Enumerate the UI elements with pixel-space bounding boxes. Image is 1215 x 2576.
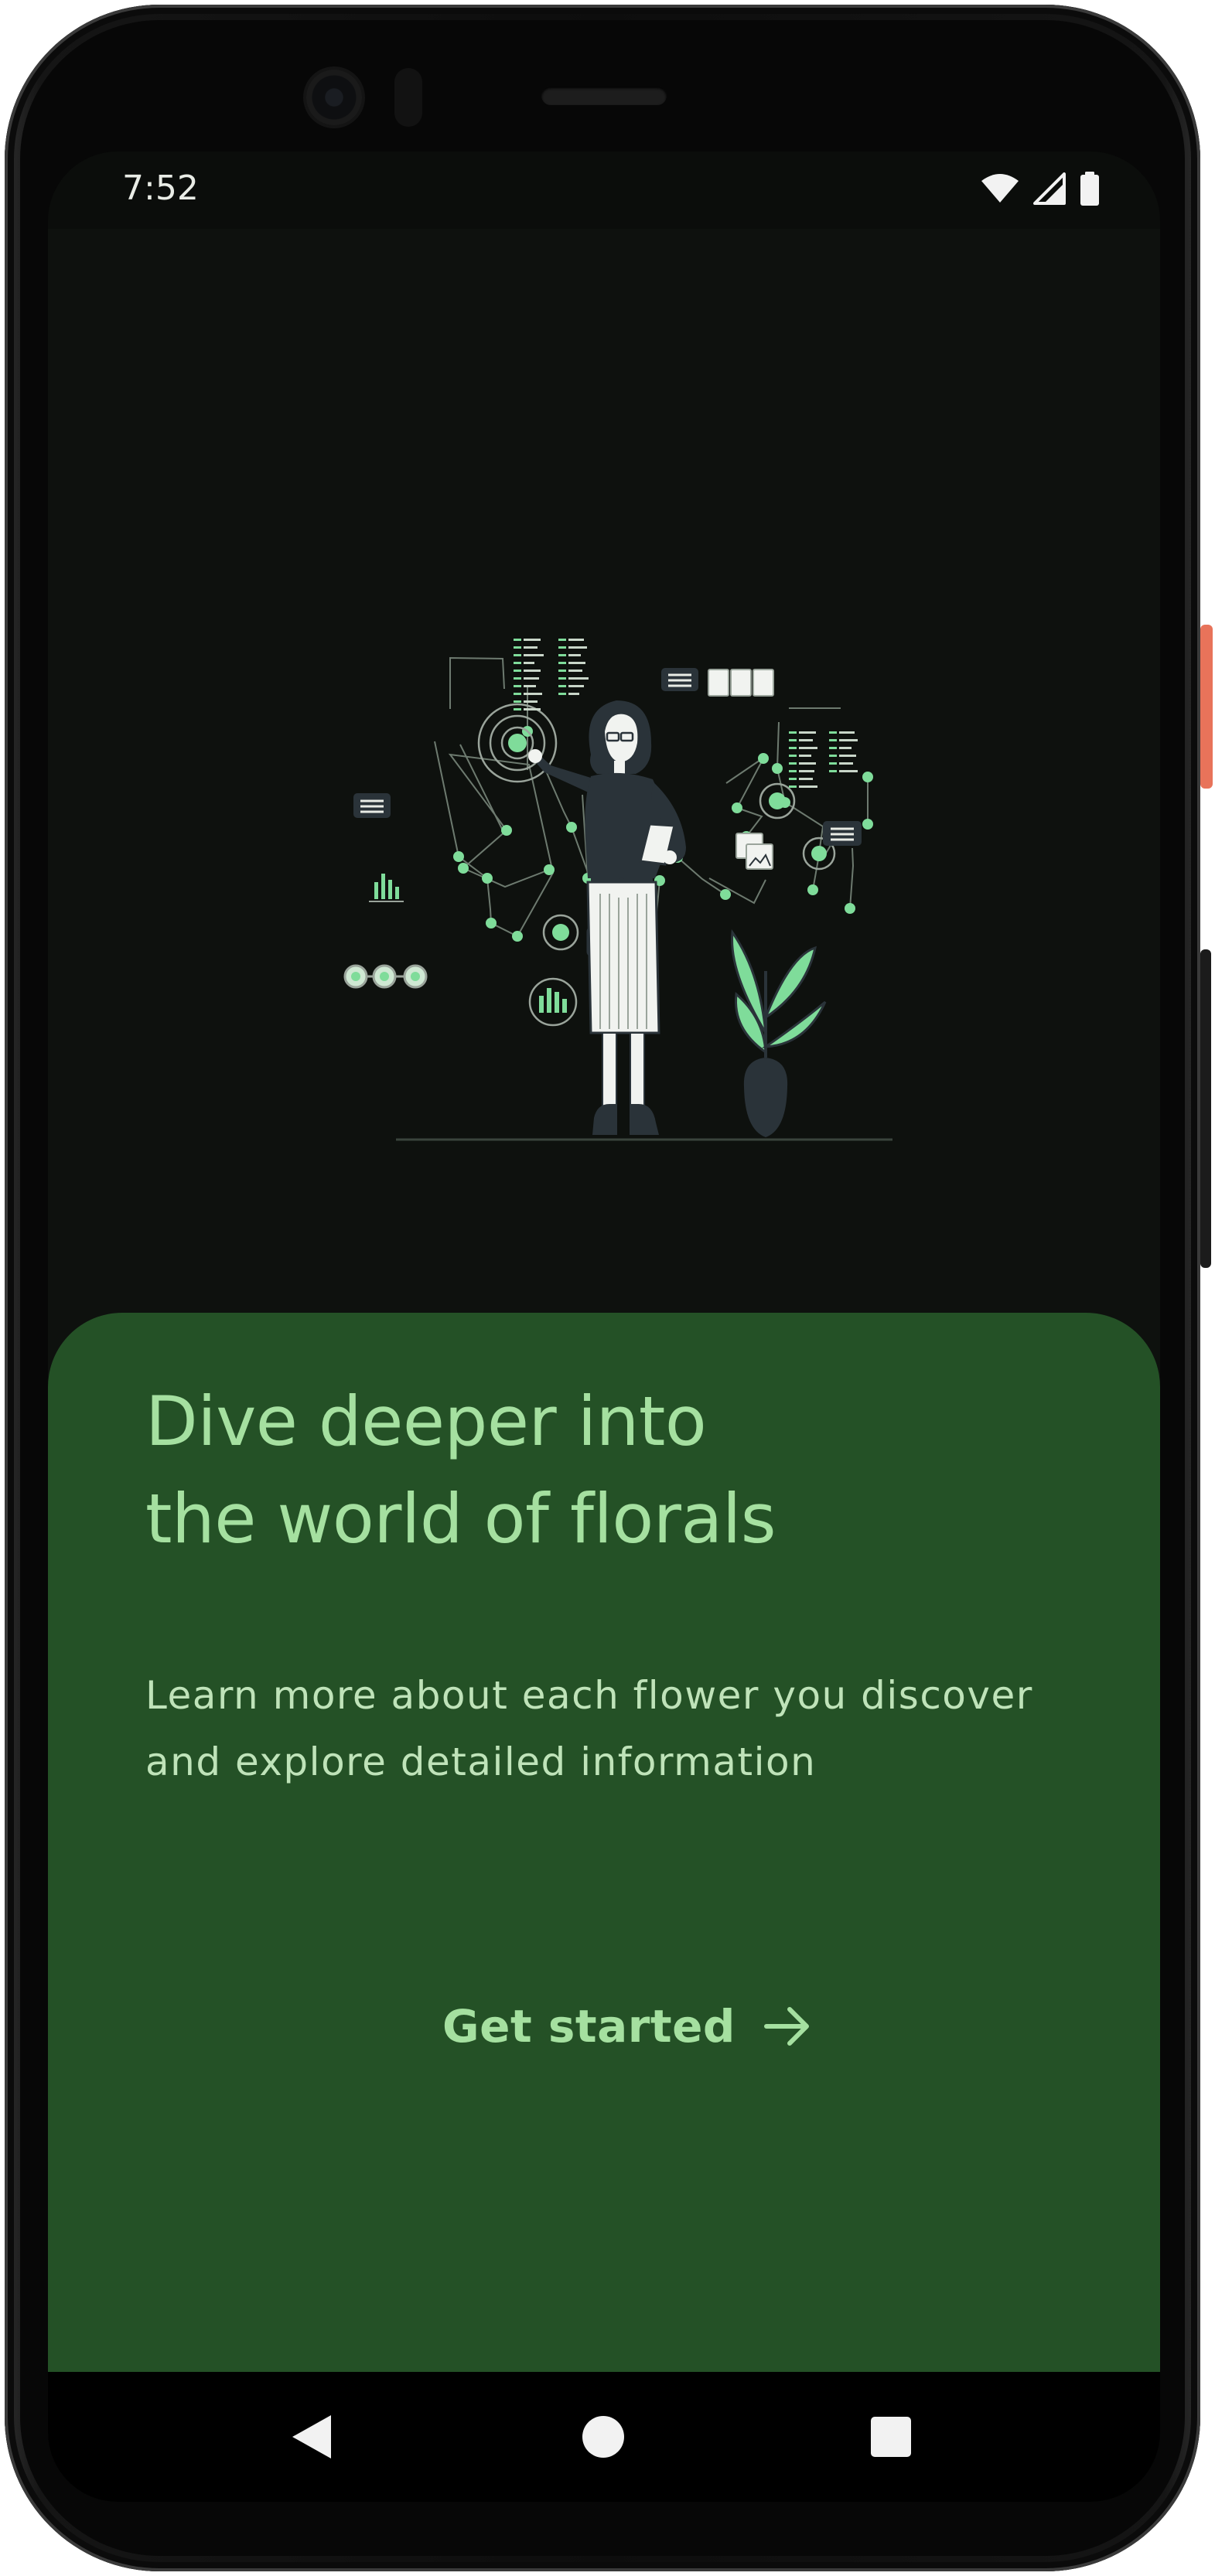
description-line: and explore detailed information <box>145 1739 817 1784</box>
onboarding-description: Learn more about each flower you discove… <box>145 1662 1089 1795</box>
wifi-icon <box>981 174 1019 203</box>
recents-icon <box>871 2417 911 2457</box>
onboarding-sheet: Dive deeper into the world of florals Le… <box>48 1313 1160 2372</box>
proximity-sensor <box>394 68 422 127</box>
description-line: Learn more about each flower you discove… <box>145 1673 1033 1718</box>
earpiece-speaker <box>541 87 667 105</box>
recents-button[interactable] <box>852 2398 930 2475</box>
title-line: the world of florals <box>145 1479 776 1559</box>
onboarding-title: Dive deeper into the world of florals <box>145 1373 1073 1568</box>
status-time: 7:52 <box>122 169 199 208</box>
woman-network-data-illustration <box>343 639 892 1141</box>
status-icons <box>981 172 1100 206</box>
volume-button <box>1200 949 1211 1268</box>
power-button <box>1200 625 1213 789</box>
screen: 7:52 Dive deeper into the world of flora… <box>48 152 1160 2502</box>
back-button[interactable] <box>272 2398 350 2475</box>
home-icon <box>582 2416 624 2458</box>
get-started-label: Get started <box>442 2000 735 2053</box>
cell-signal-icon <box>1033 172 1066 205</box>
front-camera <box>306 70 362 125</box>
phone-frame: 7:52 Dive deeper into the world of flora… <box>0 0 1215 2576</box>
back-icon <box>292 2415 331 2458</box>
get-started-button[interactable]: Get started <box>427 1984 828 2069</box>
navigation-bar <box>48 2372 1160 2502</box>
status-bar: 7:52 <box>48 152 1160 229</box>
title-line: Dive deeper into <box>145 1382 707 1461</box>
arrow-right-icon <box>763 2007 809 2046</box>
home-button[interactable] <box>565 2398 642 2475</box>
battery-icon <box>1080 172 1099 206</box>
